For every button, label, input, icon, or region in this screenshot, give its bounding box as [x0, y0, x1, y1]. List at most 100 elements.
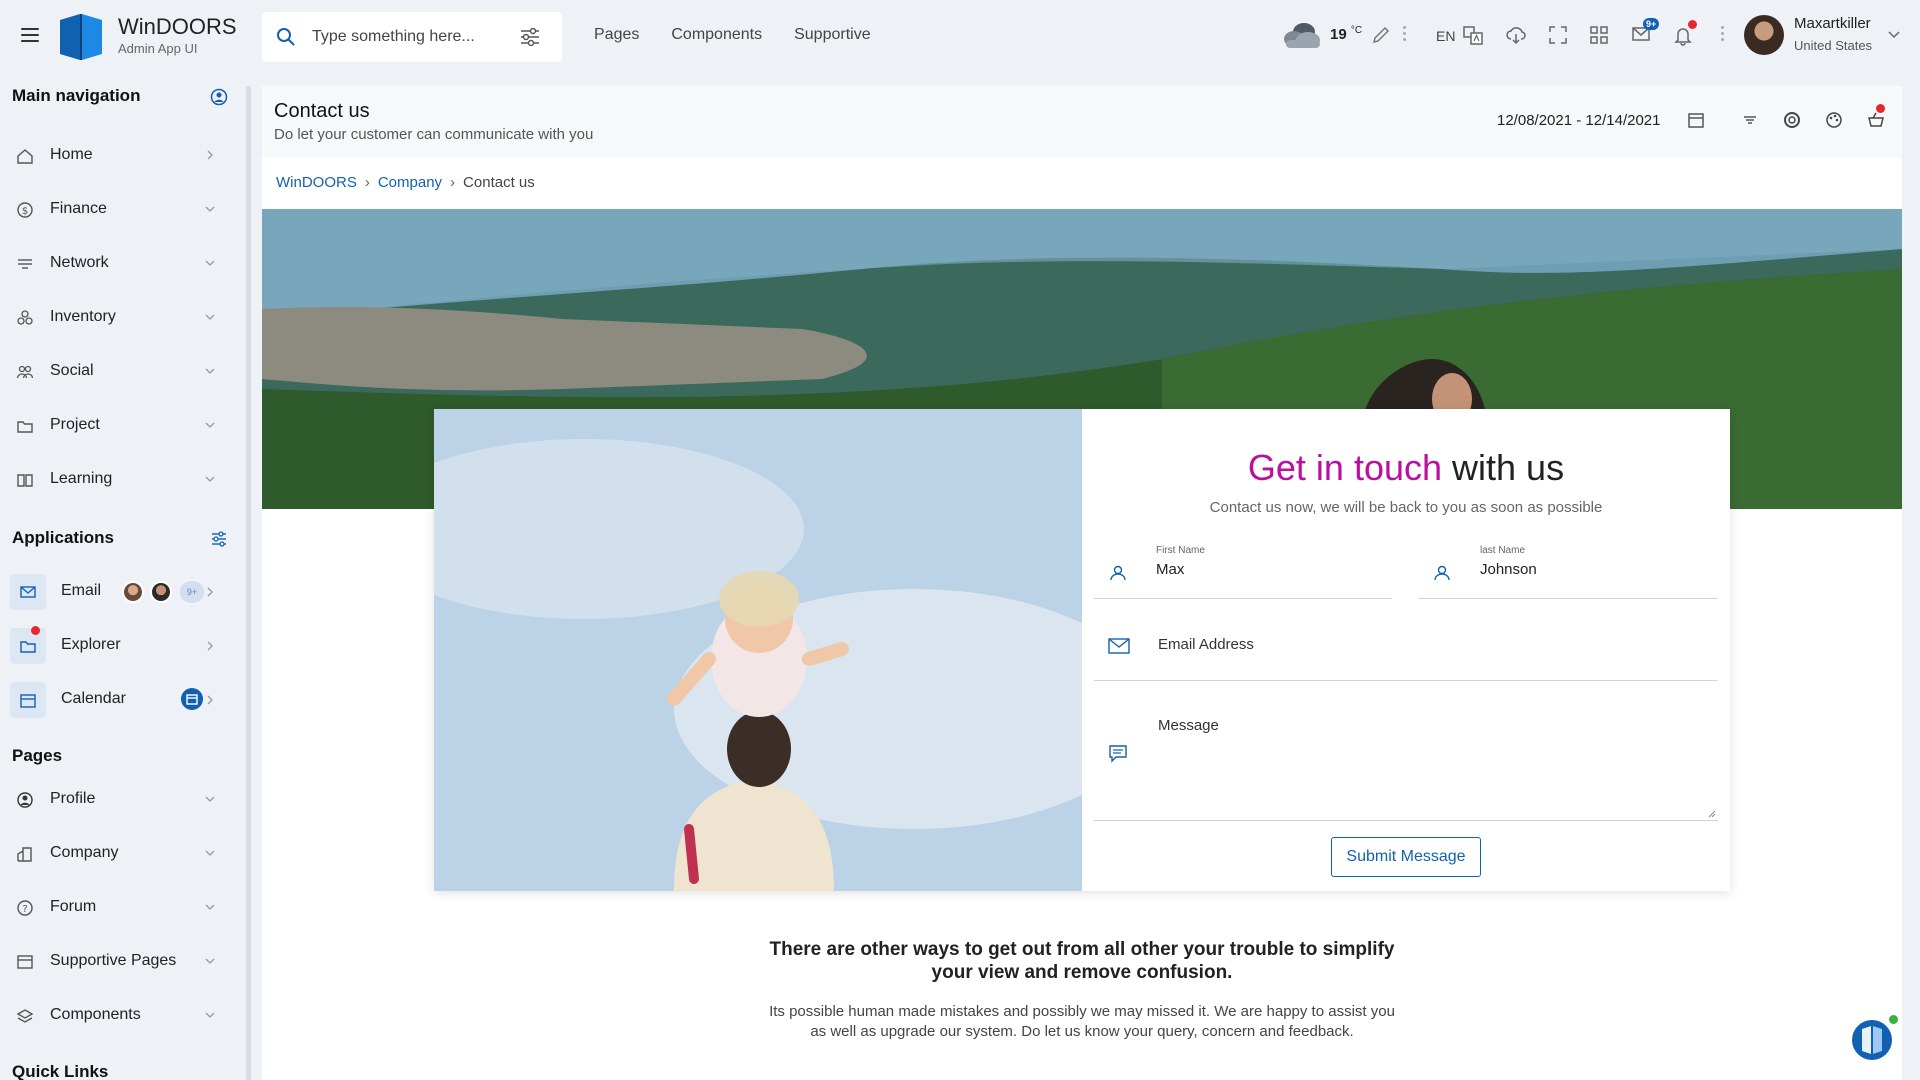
calendar-icon [20, 694, 36, 708]
windoors-logo-icon [1862, 1026, 1882, 1054]
breadcrumb-current: Contact us [463, 174, 535, 191]
chevron-right-icon [207, 641, 213, 651]
chevron-down-icon[interactable] [1888, 30, 1900, 40]
last-name-input[interactable] [1480, 561, 1680, 578]
breadcrumb-link-windoors[interactable]: WinDOORS [276, 174, 357, 191]
people-icon [16, 365, 34, 379]
search-box [262, 12, 562, 62]
support-lifebuoy-icon[interactable] [1782, 110, 1802, 130]
user-circle-icon[interactable] [210, 88, 228, 106]
settings-sliders-icon[interactable] [210, 530, 228, 548]
section-heading: There are other ways to get out from all… [769, 939, 1395, 983]
first-name-label: First Name [1156, 545, 1205, 556]
sidebar-item-learning[interactable]: Learning [0, 459, 230, 499]
translate-icon[interactable] [1462, 24, 1484, 46]
contact-form: Get in touch with us Contact us now, we … [1082, 409, 1730, 891]
sidebar-item-home[interactable]: Home [0, 135, 230, 175]
fullscreen-icon[interactable] [1547, 24, 1569, 46]
first-name-field[interactable]: First Name [1094, 535, 1392, 599]
topnav-pages[interactable]: Pages [594, 26, 639, 44]
menu-icon[interactable] [21, 28, 39, 42]
chevron-down-icon [205, 904, 215, 910]
svg-text:?: ? [22, 904, 27, 915]
breadcrumb: WinDOORS › Company › Contact us [276, 174, 535, 191]
edit-pencil-icon[interactable] [1370, 24, 1392, 46]
sidebar-app-calendar[interactable]: Calendar [0, 676, 230, 722]
chevron-down-icon [205, 958, 215, 964]
form-title: Get in touch with us [1247, 447, 1565, 488]
building-icon [17, 847, 32, 862]
more-vertical-icon[interactable] [1403, 26, 1407, 44]
chevron-down-icon [205, 260, 215, 266]
sidebar-app-label: Email [61, 582, 102, 599]
user-country: United States [1794, 38, 1873, 53]
contact-card: Get in touch with us Contact us now, we … [434, 409, 1730, 891]
top-navigation: Pages Components Supportive [594, 26, 871, 44]
sidebar-app-email[interactable]: Email 9+ [0, 568, 230, 614]
user-name[interactable]: Maxartkiller [1794, 15, 1871, 32]
right-gutter [1902, 86, 1920, 1080]
avatar [150, 581, 172, 603]
cloud-weather-icon [1284, 23, 1320, 48]
sidebar-item-inventory[interactable]: Inventory [0, 297, 230, 337]
section-text: Its possible human made mistakes and pos… [769, 1003, 1395, 1040]
messages-badge: 9+ [1643, 18, 1660, 30]
chevron-right-icon [207, 150, 213, 160]
apps-grid-icon[interactable] [1588, 24, 1610, 46]
sidebar-item-profile[interactable]: Profile [0, 779, 230, 819]
sidebar-scrollbar[interactable] [246, 86, 251, 1080]
calendar-icon [186, 694, 198, 705]
person-icon [1434, 565, 1450, 581]
main-navigation-heading: Main navigation [12, 86, 141, 105]
layers-icon [16, 1009, 34, 1023]
user-avatar[interactable] [1744, 15, 1784, 55]
palette-icon[interactable] [1824, 110, 1844, 130]
submit-message-button[interactable]: Submit Message [1331, 837, 1481, 877]
breadcrumb-separator: › [364, 174, 370, 191]
breadcrumb-link-company[interactable]: Company [378, 174, 442, 191]
sidebar-item-network[interactable]: Network [0, 243, 230, 283]
user-circle-icon [17, 792, 33, 808]
windoors-logo-icon [60, 14, 102, 60]
message-textarea[interactable]: Message [1094, 691, 1718, 821]
sidebar: Main navigation Home $ Finance Network I… [0, 74, 246, 1080]
topnav-supportive[interactable]: Supportive [794, 26, 871, 44]
dollar-icon: $ [17, 202, 33, 218]
sidebar-item-components[interactable]: Components [0, 995, 230, 1035]
sidebar-item-supportive-pages[interactable]: Supportive Pages [0, 941, 230, 981]
basket-alert-dot [1876, 104, 1885, 113]
last-name-field[interactable]: last Name [1418, 535, 1718, 599]
filter-sliders-icon[interactable] [520, 28, 540, 46]
avatar [122, 581, 144, 603]
resize-handle-icon[interactable] [1708, 810, 1716, 818]
app-subtitle: Admin App UI [118, 41, 198, 56]
sidebar-item-finance[interactable]: $ Finance [0, 189, 230, 229]
boxes-icon [17, 310, 33, 325]
page-header: Contact us Do let your customer can comm… [262, 86, 1902, 158]
folder-icon [17, 421, 33, 433]
sidebar-item-label: Supportive Pages [50, 952, 177, 969]
topnav-components[interactable]: Components [671, 26, 762, 44]
search-input[interactable] [312, 25, 512, 49]
sidebar-app-explorer[interactable]: Explorer [0, 622, 230, 668]
sidebar-item-forum[interactable]: ? Forum [0, 887, 230, 927]
first-name-input[interactable] [1156, 561, 1356, 578]
sidebar-item-label: Company [50, 844, 119, 861]
chevron-down-icon [205, 796, 215, 802]
folder-icon [20, 641, 36, 653]
sidebar-item-project[interactable]: Project [0, 405, 230, 445]
email-field[interactable]: Email Address [1094, 609, 1718, 681]
person-icon [1110, 565, 1126, 581]
more-vertical-icon[interactable] [1721, 26, 1725, 44]
calendar-icon[interactable] [1686, 110, 1706, 130]
sidebar-item-social[interactable]: Social [0, 351, 230, 391]
shopping-basket-icon[interactable] [1866, 110, 1886, 130]
language-code[interactable]: EN [1436, 28, 1455, 44]
cloud-download-icon[interactable] [1505, 24, 1527, 46]
date-range[interactable]: 12/08/2021 - 12/14/2021 [1497, 112, 1660, 129]
chevron-right-icon [207, 695, 213, 705]
filter-icon[interactable] [1740, 110, 1760, 130]
sidebar-item-company[interactable]: Company [0, 833, 230, 873]
sidebar-app-label: Calendar [61, 690, 126, 707]
windoors-floating-button[interactable] [1852, 1020, 1892, 1060]
